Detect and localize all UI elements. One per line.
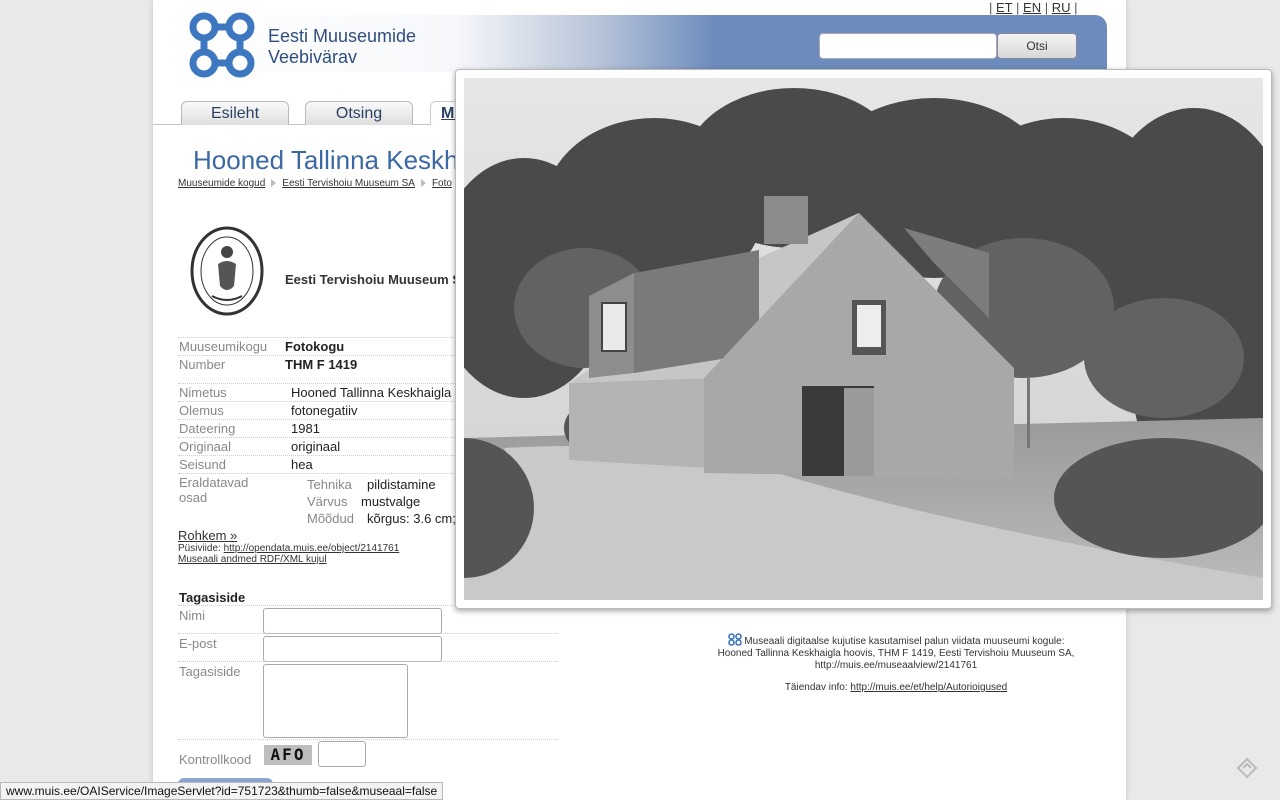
site-title-line1: Eesti Muuseumide xyxy=(268,26,417,46)
browser-status-url: www.muis.ee/OAIService/ImageServlet?id=7… xyxy=(0,782,444,800)
detail-row: Seisund hea xyxy=(178,455,458,474)
condition-value: hea xyxy=(291,457,313,472)
lang-separator: | xyxy=(1074,0,1078,15)
breadcrumb-link[interactable]: Eesti Tervishoiu Muuseum SA xyxy=(282,178,415,189)
rdf-row: Museaali andmed RDF/XML kujul xyxy=(178,554,327,565)
caption-line3: http://muis.ee/museaalview/2141761 xyxy=(814,660,978,671)
nature-label: Olemus xyxy=(179,403,224,418)
feedback-name-label: Nimi xyxy=(179,608,205,623)
site-title-line2: Veebivärav xyxy=(268,47,358,67)
tab-search[interactable]: Otsing xyxy=(305,101,413,125)
image-caption: Museaali digitaalse kujutise kasutamisel… xyxy=(700,633,1092,694)
caption-more-link[interactable]: http://muis.ee/et/help/Autorioigused xyxy=(850,682,1007,693)
color-value: mustvalge xyxy=(361,494,421,509)
detail-row: Originaal originaal xyxy=(178,437,458,456)
search-input[interactable] xyxy=(819,33,997,59)
detail-row: Number THM F 1419 xyxy=(178,355,458,374)
collection-label: Muuseumikogu xyxy=(179,339,268,354)
tab-home[interactable]: Esileht xyxy=(181,101,289,125)
feedback-message-label: Tagasiside xyxy=(179,664,241,679)
lang-et-link[interactable]: ET xyxy=(996,0,1012,15)
breadcrumb-link[interactable]: Foto xyxy=(432,178,452,189)
feedback-title: Tagasiside xyxy=(179,590,246,605)
breadcrumb-arrow-icon xyxy=(420,179,426,188)
parts-label-line1: Eraldatavad xyxy=(179,475,249,490)
date-label: Dateering xyxy=(179,421,236,436)
lang-separator: | xyxy=(989,0,993,15)
breadcrumb-link[interactable]: Muuseumide kogud xyxy=(178,178,265,189)
parts-label: Eraldatavad osad xyxy=(179,475,248,505)
detail-row: Olemus fotonegatiiv xyxy=(178,401,458,420)
muis-small-logo-icon xyxy=(727,633,742,646)
number-value: THM F 1419 xyxy=(285,357,358,372)
captcha-row: Kontrollkood xyxy=(178,739,558,770)
page-title: Hooned Tallinna Keskh xyxy=(193,145,455,175)
captcha-image: AFO xyxy=(264,745,312,765)
feedback-email-label: E-post xyxy=(179,636,217,651)
condition-label: Seisund xyxy=(179,457,226,472)
lang-separator: | xyxy=(1044,0,1049,15)
site-title[interactable]: Eesti Muuseumide Veebivärav xyxy=(268,26,416,68)
captcha-label: Kontrollkood xyxy=(179,752,252,767)
detail-row: Nimetus Hooned Tallinna Keskhaigla xyxy=(178,383,458,402)
feedback-message-textarea[interactable] xyxy=(263,664,408,738)
technique-value: pildistamine xyxy=(367,477,436,492)
lang-separator: | xyxy=(1016,0,1020,15)
original-label: Originaal xyxy=(179,439,232,454)
breadcrumb-arrow-icon xyxy=(271,179,277,188)
collection-value: Fotokogu xyxy=(285,339,345,354)
caption-text: Museaali digitaalse kujutise kasutamisel… xyxy=(744,636,1065,647)
caption-line2: Hooned Tallinna Keskhaigla hoovis, THM F… xyxy=(717,648,1075,659)
lang-ru-link[interactable]: RU xyxy=(1052,0,1071,15)
breadcrumb: Muuseumide kogud Eesti Tervishoiu Muuseum… xyxy=(178,178,456,189)
color-label: Värvus xyxy=(307,494,348,509)
nature-value: fotonegatiiv xyxy=(291,403,358,418)
site-logo-icon[interactable] xyxy=(186,10,258,80)
museum-photo[interactable] xyxy=(464,78,1263,600)
size-label: Mõõdud xyxy=(307,511,354,526)
detail-row: Muuseumikogu Fotokogu xyxy=(178,337,458,356)
feedback-email-input[interactable] xyxy=(263,636,442,662)
caption-more-label: Täiendav info: xyxy=(784,682,848,693)
scroll-top-icon[interactable] xyxy=(1236,757,1258,779)
feedback-name-input[interactable] xyxy=(263,608,442,634)
permalink: Püsiviide: http://opendata.muis.ee/objec… xyxy=(178,543,399,554)
captcha-input[interactable] xyxy=(318,741,366,767)
museum-name: Eesti Tervishoiu Muuseum S xyxy=(285,272,455,287)
name-label: Nimetus xyxy=(179,385,227,400)
museum-logo-icon xyxy=(190,226,264,316)
house-photo-image xyxy=(464,78,1263,600)
name-value: Hooned Tallinna Keskhaigla xyxy=(291,385,452,400)
image-lightbox[interactable] xyxy=(455,69,1272,609)
permalink-label: Püsiviide: xyxy=(178,543,221,554)
language-switcher: | ET | EN | RU | xyxy=(989,0,1078,15)
more-link[interactable]: Rohkem » xyxy=(178,528,237,543)
parts-label-line2: osad xyxy=(179,490,208,505)
technique-label: Tehnika xyxy=(307,477,352,492)
date-value: 1981 xyxy=(291,421,320,436)
search-button[interactable]: Otsi xyxy=(997,33,1077,59)
number-label: Number xyxy=(179,357,226,372)
lang-en-link[interactable]: EN xyxy=(1023,0,1041,15)
caption-line1: Museaali digitaalse kujutise kasutamisel… xyxy=(700,633,1092,648)
detail-row: Dateering 1981 xyxy=(178,419,458,438)
size-value: kõrgus: 3.6 cm; xyxy=(367,511,456,526)
original-value: originaal xyxy=(291,439,341,454)
caption-more: Täiendav info: http://muis.ee/et/help/Au… xyxy=(700,682,1092,694)
permalink-link[interactable]: http://opendata.muis.ee/object/2141761 xyxy=(224,543,400,554)
rdf-link[interactable]: Museaali andmed RDF/XML kujul xyxy=(178,554,327,565)
